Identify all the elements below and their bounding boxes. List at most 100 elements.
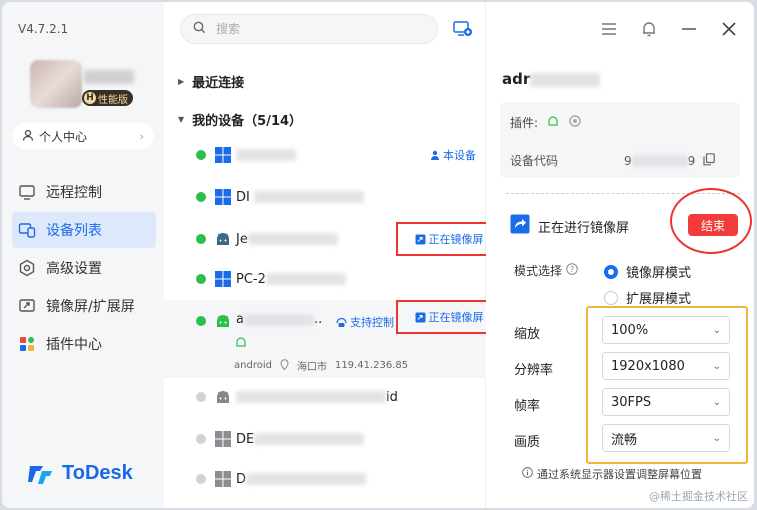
windows-icon <box>215 147 231 163</box>
user-icon <box>431 150 439 160</box>
add-device-icon <box>453 21 472 36</box>
windows-icon <box>215 189 231 205</box>
bell-icon[interactable] <box>638 18 660 40</box>
device-name: PC-2 <box>236 272 346 287</box>
device-row[interactable]: 本设备 <box>164 136 486 174</box>
device-name: DI <box>236 190 364 205</box>
sidebar-item-mirror-screen[interactable]: 镜像屏/扩展屏 <box>12 288 156 324</box>
device-row[interactable]: PC-2 <box>164 260 486 298</box>
my-devices-label: 我的设备（5/14） <box>192 114 303 129</box>
mode-select-label: 模式选择 ? <box>514 262 578 279</box>
support-control-tag: 支持控制 <box>336 314 394 330</box>
mirror-status-text: 正在进行镜像屏 <box>538 220 630 236</box>
recent-label: 最近连接 <box>192 76 245 91</box>
this-device-tag: 本设备 <box>430 147 476 163</box>
chevron-right-icon: › <box>139 129 144 143</box>
android-plugin-icon <box>236 337 246 347</box>
device-row[interactable]: DE <box>164 420 486 458</box>
app-window: V4.7.2.1 H 性能版 个人中心 › 远程控制 设备列表 高级设置 镜像屏… <box>2 2 754 508</box>
close-icon[interactable] <box>718 18 740 40</box>
online-dot <box>196 192 206 202</box>
sidebar-nav: 远程控制 设备列表 高级设置 镜像屏/扩展屏 插件中心 <box>12 174 156 364</box>
minimize-icon[interactable] <box>678 18 700 40</box>
device-list-icon <box>18 221 36 239</box>
plugins-label: 插件: <box>510 116 539 130</box>
personal-center-button[interactable]: 个人中心 › <box>12 123 154 149</box>
android-icon <box>217 391 229 403</box>
sidebar-item-plugin-center[interactable]: 插件中心 <box>12 326 156 362</box>
meta-os: android <box>234 360 272 371</box>
device-detail-panel: adr 插件: 设备代码 99 正在进行镜像屏 结束 模式选择 ? 镜像屏模式 … <box>486 2 754 508</box>
device-code-label: 设备代码 <box>510 154 559 168</box>
resolution-select[interactable]: 1920x1080 ⌄ <box>602 352 730 380</box>
add-device-button[interactable] <box>452 18 474 40</box>
zoom-select[interactable]: 100% ⌄ <box>602 316 730 344</box>
sidebar-item-label: 插件中心 <box>46 337 102 353</box>
offline-dot <box>196 474 206 484</box>
device-info-card: 插件: 设备代码 99 <box>500 102 740 178</box>
chevron-down-icon: ⌄ <box>712 432 721 444</box>
info-icon <box>522 467 533 481</box>
online-dot <box>196 274 206 284</box>
framerate-label: 帧率 <box>514 399 541 414</box>
search-input[interactable] <box>216 22 416 36</box>
device-list-panel: ▶ 最近连接 ▼ 我的设备（5/14） 本设备 DI Je <box>164 2 502 508</box>
windows-icon <box>215 471 231 487</box>
android-icon <box>217 315 229 327</box>
radio-checked-icon <box>604 264 618 279</box>
framerate-select[interactable]: 30FPS ⌄ <box>602 388 730 416</box>
search-box[interactable] <box>180 14 438 44</box>
avatar[interactable] <box>30 60 82 108</box>
quality-select[interactable]: 流畅 ⌄ <box>602 424 730 452</box>
mirror-screen-icon <box>18 297 36 315</box>
online-dot <box>196 234 206 244</box>
gear-plugin-icon <box>568 114 582 131</box>
todesk-logo: ToDesk <box>28 462 133 485</box>
end-mirror-button[interactable]: 结束 <box>688 214 738 236</box>
device-name: Je <box>236 232 338 247</box>
online-dot <box>196 316 206 326</box>
offline-dot <box>196 392 206 402</box>
plan-badge: H 性能版 <box>82 90 133 106</box>
display-settings-hint[interactable]: 通过系统显示器设置调整屏幕位置 <box>522 466 702 482</box>
device-title: adr <box>502 70 601 88</box>
logo-text: ToDesk <box>62 462 133 484</box>
plugins-row: 插件: <box>510 114 582 131</box>
search-icon <box>193 21 206 38</box>
sidebar-item-label: 高级设置 <box>46 261 102 277</box>
resolution-label: 分辨率 <box>514 363 554 378</box>
mirror-share-icon <box>510 214 530 238</box>
device-row[interactable]: D <box>164 460 486 498</box>
windows-icon <box>215 431 231 447</box>
device-code-row: 设备代码 99 <box>510 152 730 169</box>
windows-icon <box>215 271 231 287</box>
recent-section-header[interactable]: ▶ 最近连接 <box>178 72 244 91</box>
window-controls <box>598 18 740 40</box>
sidebar-item-advanced-settings[interactable]: 高级设置 <box>12 250 156 286</box>
quality-label: 画质 <box>514 435 541 450</box>
sidebar-item-remote-control[interactable]: 远程控制 <box>12 174 156 210</box>
remote-control-icon <box>18 183 36 201</box>
mirror-icon <box>415 312 425 322</box>
help-icon[interactable]: ? <box>566 263 578 278</box>
caret-down-icon: ▼ <box>178 115 185 124</box>
user-icon <box>22 129 34 144</box>
mode-radio-mirror[interactable]: 镜像屏模式 <box>604 262 691 281</box>
android-plugin-icon <box>546 115 560 130</box>
watermark: @稀土掘金技术社区 <box>649 490 748 503</box>
caret-right-icon: ▶ <box>178 77 185 86</box>
mode-radio-extend[interactable]: 扩展屏模式 <box>604 288 691 307</box>
device-name: DE <box>236 432 365 447</box>
menu-icon[interactable] <box>598 18 620 40</box>
my-devices-section-header[interactable]: ▼ 我的设备（5/14） <box>178 110 302 129</box>
device-row[interactable]: id <box>164 378 486 416</box>
device-row[interactable]: DI <box>164 178 486 216</box>
device-name: id <box>236 390 398 405</box>
copy-icon[interactable] <box>703 152 716 169</box>
todesk-logo-icon <box>28 465 52 484</box>
version-label: V4.7.2.1 <box>18 22 69 36</box>
control-icon <box>336 317 347 327</box>
sidebar-item-device-list[interactable]: 设备列表 <box>12 212 156 248</box>
svg-text:?: ? <box>570 265 574 274</box>
plugin-center-icon <box>18 335 36 353</box>
